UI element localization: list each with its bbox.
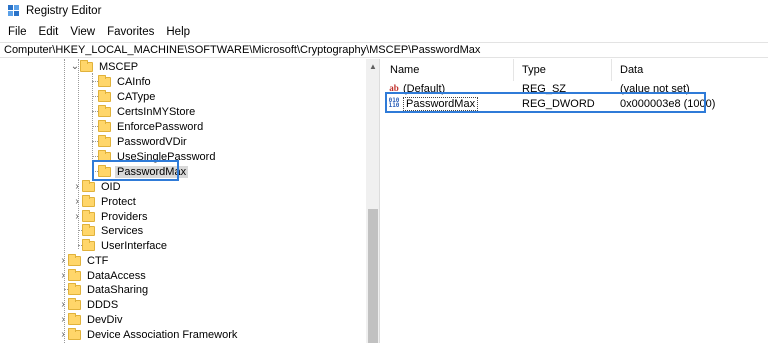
tree-node-label: Providers	[101, 210, 148, 223]
tree-node-label: CAInfo	[117, 75, 151, 88]
tree-node-label: Services	[101, 224, 144, 237]
tree-node-datasharing[interactable]: DataSharing	[68, 282, 150, 297]
tree-node-label: DataAccess	[87, 269, 146, 282]
folder-icon	[82, 209, 95, 222]
tree-node-ctf[interactable]: › CTF	[58, 253, 110, 268]
folder-icon	[68, 327, 81, 340]
column-header-label: Type	[522, 64, 546, 76]
tree-node-ddds[interactable]: › DDDS	[58, 297, 120, 312]
tree-node-dataaccess[interactable]: › DataAccess	[58, 268, 148, 283]
folder-icon	[68, 268, 81, 281]
tree-scrollbar[interactable]: ▲	[366, 59, 379, 343]
tree-node-oid[interactable]: › OID	[72, 179, 123, 194]
tree-node-providers[interactable]: › Providers	[72, 209, 149, 224]
tree-node-label: MSCEP	[99, 60, 139, 73]
address-bar[interactable]: Computer\HKEY_LOCAL_MACHINE\SOFTWARE\Mic…	[0, 42, 768, 58]
folder-icon	[98, 134, 111, 147]
tree-node-label: DevDiv	[87, 313, 123, 326]
menu-help[interactable]: Help	[160, 26, 196, 38]
tree-node-label: PasswordVDir	[117, 135, 187, 148]
folder-icon	[80, 59, 93, 72]
tree-node-label: DDDS	[87, 298, 119, 311]
tree-node-catype[interactable]: CAType	[98, 89, 157, 104]
folder-icon	[98, 119, 111, 132]
chevron-down-icon[interactable]: ⌄	[70, 59, 80, 74]
column-header-type[interactable]: Type	[514, 59, 612, 81]
tree-node-device-association-framework[interactable]: › Device Association Framework	[58, 327, 239, 342]
tree-pane[interactable]: ⌄ MSCEP CAInfo CAType CertsInMYStore Enf…	[0, 59, 380, 343]
menu-bar: File Edit View Favorites Help	[0, 22, 768, 42]
tree-node-protect[interactable]: › Protect	[72, 194, 138, 209]
tree-node-label: EnforcePassword	[117, 120, 204, 133]
tree-node-devdiv[interactable]: › DevDiv	[58, 312, 124, 327]
tree-node-label: Device Association Framework	[87, 328, 238, 341]
chevron-right-icon[interactable]: ›	[72, 179, 82, 194]
folder-icon	[68, 297, 81, 310]
chevron-right-icon[interactable]: ›	[58, 297, 68, 312]
window-title: Registry Editor	[26, 5, 102, 17]
tree-node-label: Protect	[101, 195, 136, 208]
scroll-up-arrow-icon[interactable]: ▲	[366, 59, 379, 73]
folder-icon	[68, 312, 81, 325]
tree-node-certsinmystore[interactable]: CertsInMYStore	[98, 104, 197, 119]
menu-view[interactable]: View	[64, 26, 101, 38]
folder-icon	[82, 238, 95, 251]
menu-edit[interactable]: Edit	[33, 26, 65, 38]
chevron-right-icon[interactable]: ›	[72, 194, 82, 209]
chevron-right-icon[interactable]: ›	[58, 253, 68, 268]
registry-editor-icon	[8, 5, 20, 17]
folder-icon	[82, 179, 95, 192]
tree-node-label: DataSharing	[87, 283, 149, 296]
column-header-data[interactable]: Data	[612, 59, 768, 81]
folder-icon	[68, 282, 81, 295]
tree-node-cainfo[interactable]: CAInfo	[98, 74, 153, 89]
chevron-right-icon[interactable]: ›	[58, 268, 68, 283]
tree-node-label: CTF	[87, 254, 109, 267]
column-header-label: Data	[620, 64, 644, 76]
chevron-right-icon[interactable]: ›	[58, 327, 68, 342]
tree-node-services[interactable]: Services	[82, 223, 145, 238]
folder-icon	[98, 104, 111, 117]
tree-node-passwordvdir[interactable]: PasswordVDir	[98, 134, 189, 149]
tree-node-label: UserInterface	[101, 239, 168, 252]
tree-node-mscep[interactable]: ⌄ MSCEP	[70, 59, 140, 74]
highlight-box	[385, 92, 706, 113]
values-pane[interactable]: Name Type Data ab (Default) REG_SZ (valu…	[382, 59, 768, 343]
chevron-right-icon[interactable]: ›	[72, 209, 82, 224]
folder-icon	[82, 223, 95, 236]
highlight-box	[92, 160, 179, 181]
column-header-name[interactable]: Name	[382, 59, 514, 81]
tree-node-label: CertsInMYStore	[117, 105, 196, 118]
tree-node-enforcepassword[interactable]: EnforcePassword	[98, 119, 205, 134]
tree-node-label: CAType	[117, 90, 156, 103]
tree-node-label: OID	[101, 180, 121, 193]
scroll-thumb[interactable]	[368, 209, 378, 343]
column-header-label: Name	[390, 64, 420, 76]
folder-icon	[68, 253, 81, 266]
tree-node-userinterface[interactable]: UserInterface	[82, 238, 169, 253]
menu-favorites[interactable]: Favorites	[101, 26, 160, 38]
folder-icon	[98, 89, 111, 102]
folder-icon	[82, 194, 95, 207]
title-bar: Registry Editor	[0, 0, 768, 22]
folder-icon	[98, 74, 111, 87]
address-path: Computer\HKEY_LOCAL_MACHINE\SOFTWARE\Mic…	[4, 44, 481, 56]
tree-guide-line	[92, 73, 93, 173]
menu-file[interactable]: File	[2, 26, 33, 38]
chevron-right-icon[interactable]: ›	[58, 312, 68, 327]
